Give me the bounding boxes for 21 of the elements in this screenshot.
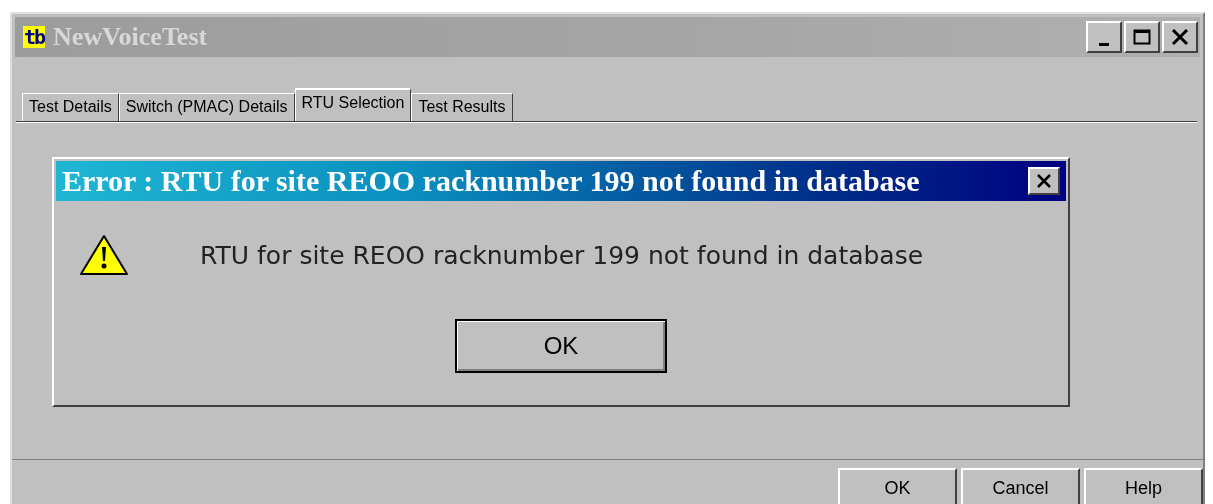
tab[interactable]: Test Details <box>22 93 119 121</box>
ok-button[interactable]: OK <box>455 319 667 373</box>
error-message: RTU for site REOO racknumber 199 not found in database <box>200 240 924 270</box>
minimize-button[interactable] <box>1086 21 1122 53</box>
tab[interactable]: RTU Selection <box>294 88 412 121</box>
close-button[interactable] <box>1162 21 1198 53</box>
window-title: NewVoiceTest <box>53 22 208 52</box>
tab[interactable]: Switch (PMAC) Details <box>118 93 295 121</box>
maximize-icon <box>1133 29 1151 45</box>
tab[interactable]: Test Results <box>411 93 513 121</box>
close-icon <box>1171 28 1189 46</box>
dialog-button[interactable]: Help <box>1084 468 1203 504</box>
maximize-button[interactable] <box>1124 21 1160 53</box>
minimize-icon <box>1099 42 1109 46</box>
dialog-button[interactable]: OK <box>838 468 957 504</box>
app-icon: tb <box>23 26 46 48</box>
close-icon <box>1036 173 1052 189</box>
warning-icon <box>78 233 130 277</box>
close-button[interactable] <box>1028 167 1060 195</box>
dialog-button[interactable]: Cancel <box>961 468 1080 504</box>
dialog-title: Error : RTU for site REOO racknumber 199 not found in database <box>62 164 920 198</box>
